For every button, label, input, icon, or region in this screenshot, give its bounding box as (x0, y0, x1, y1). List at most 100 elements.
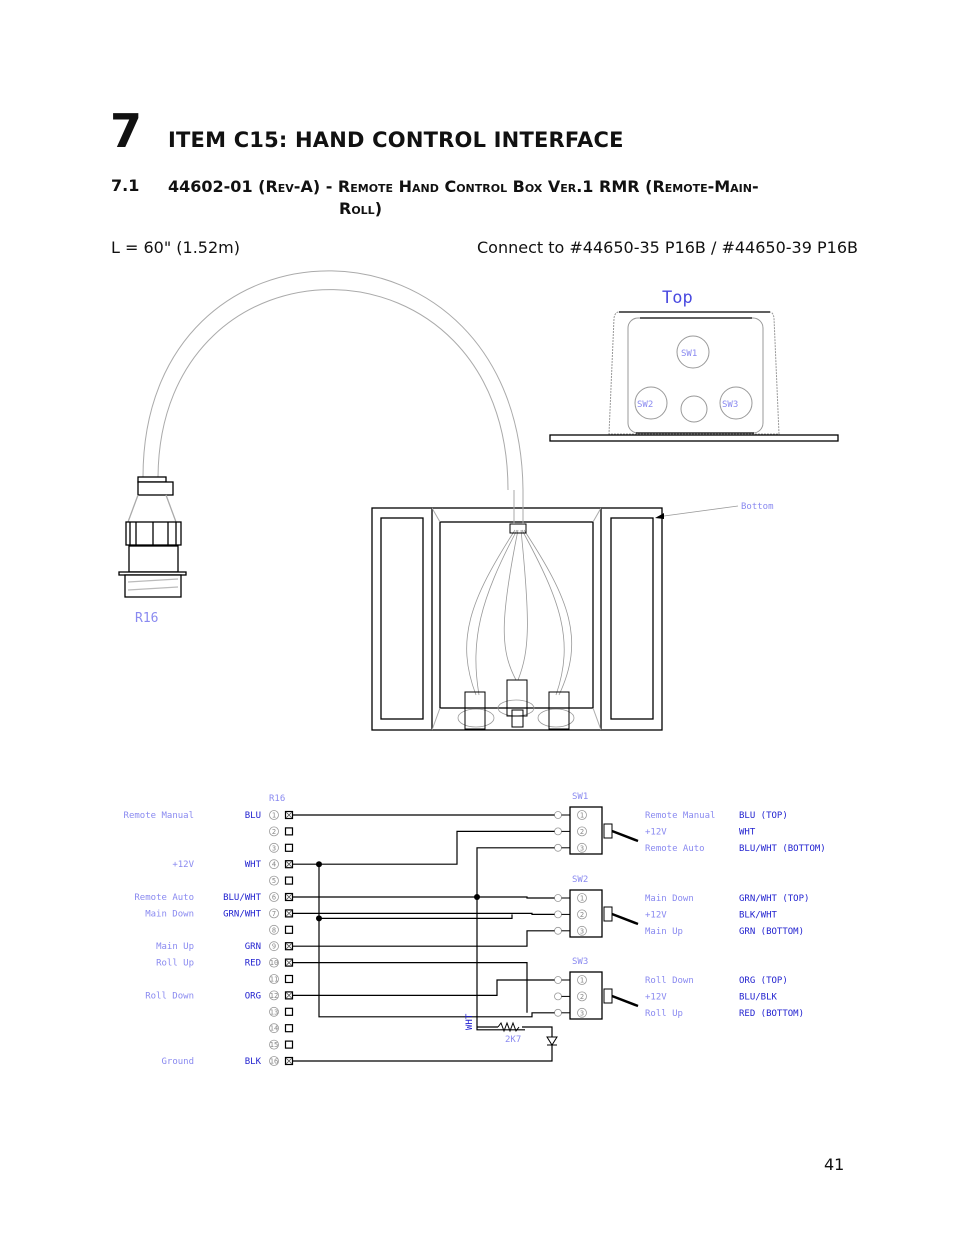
switch-pin-terminal (554, 910, 562, 919)
switch-pin-function: Remote Auto (645, 844, 705, 854)
pin-number: 6 (272, 894, 276, 902)
wire (293, 896, 555, 899)
pin-wire-color: RED (245, 959, 261, 969)
pin-function: Main Up (156, 942, 194, 952)
pin-number: 8 (272, 926, 276, 934)
wire (476, 847, 555, 897)
switch-pin-terminal (554, 1008, 562, 1017)
pin-number: 3 (272, 844, 276, 852)
pin-terminal (284, 876, 294, 885)
switch-pin-wire: BLK/WHT (739, 910, 778, 920)
resistor-label: 2K7 (505, 1035, 521, 1045)
pin-function: Remote Manual (124, 811, 194, 821)
switch-pin-terminal (554, 843, 562, 852)
pin-function: Remote Auto (134, 893, 194, 903)
switch-pin-terminal (554, 827, 562, 836)
pin-number: 14 (270, 1025, 278, 1033)
pin-terminal (284, 925, 294, 934)
switch-title: SW3 (572, 957, 588, 967)
pin-wire-color: GRN (245, 942, 261, 952)
pin-wire-color: ORG (245, 991, 261, 1001)
switch-toggle (603, 823, 613, 839)
wire (293, 930, 555, 947)
switch-pin-number: 3 (580, 1009, 584, 1017)
pin-function: Roll Down (145, 991, 194, 1001)
pin-number: 10 (270, 959, 278, 967)
switch-title: SW2 (572, 875, 588, 885)
pin-wire-color: BLK (245, 1057, 262, 1067)
page-number: 41 (824, 1155, 845, 1174)
pin-number: 16 (270, 1058, 278, 1066)
switch-pin-terminal (554, 992, 562, 1001)
switch-pin-wire: GRN (BOTTOM) (739, 927, 804, 937)
pin-number: 4 (272, 861, 276, 869)
switch-pin-number: 2 (580, 828, 584, 836)
switch-lever (611, 912, 639, 926)
switch-pin-wire: BLU (TOP) (739, 811, 788, 821)
wire-junction (316, 915, 322, 922)
switch-pin-function: Main Up (645, 927, 683, 937)
wiring-schematic: R16 1 BLU Remote Manual 2 3 4 WHT +12V 5 6 BLU/WHT R… (124, 792, 826, 1067)
switch-pin-function: +12V (645, 910, 667, 920)
wire-junction (474, 894, 480, 900)
switch-pin-wire: WHT (739, 827, 756, 837)
pin-terminal (284, 1040, 294, 1049)
switch-pin-terminal (554, 926, 562, 935)
switch-toggle (603, 988, 613, 1004)
pin-function: +12V (172, 860, 194, 870)
switch-pin-wire: GRN/WHT (TOP) (739, 894, 809, 904)
pin-function: Main Down (145, 909, 194, 919)
switch-pin-terminal (554, 811, 562, 819)
switch-pin-function: +12V (645, 992, 667, 1002)
switch-pin-wire: RED (BOTTOM) (739, 1009, 804, 1019)
pin-wire-color: GRN/WHT (223, 909, 262, 919)
pin-function: Roll Up (156, 959, 194, 969)
switch-pin-function: Roll Down (645, 976, 694, 986)
switch-pin-wire: ORG (TOP) (739, 976, 788, 986)
pin-number: 2 (272, 828, 276, 836)
pin-number: 5 (272, 877, 276, 885)
wire (293, 1045, 553, 1062)
switch-pin-number: 1 (580, 895, 584, 903)
pin-terminal (284, 1024, 294, 1033)
pin-terminal (284, 974, 294, 984)
switch-lever (611, 829, 639, 843)
switch-pin-number: 1 (580, 812, 584, 820)
switch-pin-number: 3 (580, 844, 584, 852)
switch-pin-wire: BLU/BLK (739, 992, 778, 1002)
switch-pin-wire: BLU/WHT (BOTTOM) (739, 844, 826, 854)
pin-number: 12 (270, 992, 278, 1000)
pin-terminal (284, 827, 294, 836)
switch-lever (611, 994, 639, 1008)
wire (318, 864, 555, 1018)
pin-wire-color: BLU/WHT (223, 893, 262, 903)
pin-function: Ground (161, 1057, 194, 1067)
switch-pin-number: 2 (580, 993, 584, 1001)
switch-toggle (603, 906, 613, 922)
switch-pin-terminal (554, 976, 562, 984)
wire (522, 1026, 553, 1037)
pin-number: 13 (270, 1008, 278, 1016)
switch-pin-function: Remote Manual (645, 811, 715, 821)
switch-title: SW1 (572, 792, 588, 802)
wire (293, 912, 555, 915)
pin-number: 1 (272, 812, 276, 820)
pin-number: 9 (272, 943, 276, 951)
switch-pin-number: 2 (580, 911, 584, 919)
switch-pin-function: +12V (645, 827, 667, 837)
wire (319, 914, 513, 919)
wire (476, 897, 525, 1031)
switch-pin-function: Roll Up (645, 1009, 683, 1019)
led-wire-label: WHT (465, 1013, 475, 1030)
pin-wire-color: BLU (245, 811, 261, 821)
wire-junction (316, 861, 322, 868)
pin-number: 15 (270, 1041, 278, 1049)
pin-number: 11 (270, 976, 278, 984)
pin-terminal (284, 843, 294, 852)
wire (293, 979, 555, 996)
pin-terminal (284, 1007, 294, 1016)
pin-wire-color: WHT (245, 860, 262, 870)
led (546, 1036, 558, 1046)
wire (293, 962, 528, 1013)
switch-pin-number: 1 (580, 977, 584, 985)
